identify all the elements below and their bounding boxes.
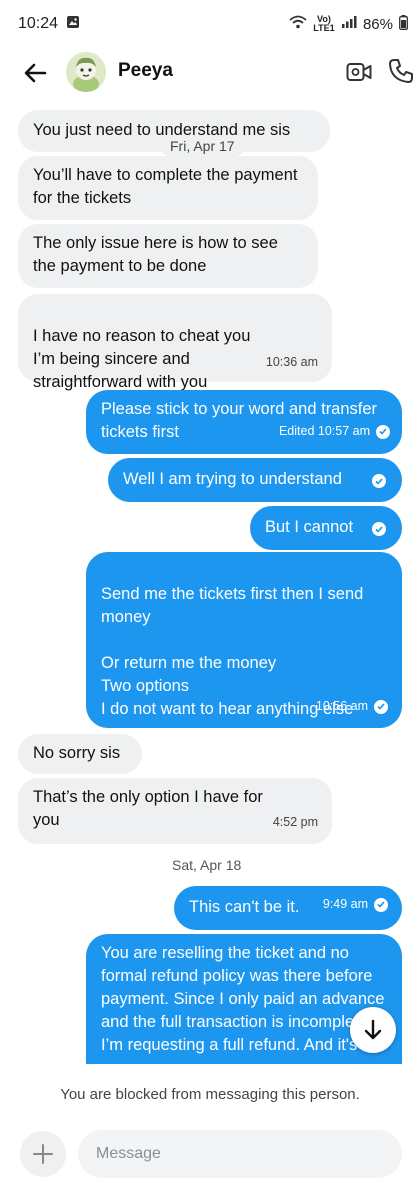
wifi-icon bbox=[289, 15, 307, 33]
message-bubble-outgoing[interactable]: But I cannot bbox=[250, 506, 402, 550]
back-arrow-icon bbox=[24, 63, 47, 83]
contact-name[interactable]: Peeya bbox=[118, 60, 173, 82]
message-time: Edited 10:57 am bbox=[279, 420, 390, 443]
message-time: 10:56 am bbox=[316, 695, 388, 718]
message-bubble-outgoing[interactable]: This can't be it. 9:49 am bbox=[174, 886, 402, 930]
message-bubble-outgoing[interactable]: Send me the tickets first then I send mo… bbox=[86, 552, 402, 728]
chat-header: Peeya bbox=[0, 48, 420, 98]
message-bubble-incoming[interactable]: That’s the only option I have for you 4:… bbox=[18, 778, 332, 844]
message-input[interactable] bbox=[78, 1130, 402, 1178]
scroll-to-bottom-button[interactable] bbox=[350, 1007, 396, 1053]
message-text: I have no reason to cheat you I’m being … bbox=[33, 327, 251, 391]
message-text: No sorry sis bbox=[33, 744, 121, 762]
check-icon bbox=[376, 424, 390, 439]
check-icon bbox=[372, 522, 386, 536]
status-bar: 10:24 Vo) LTE1 86% bbox=[0, 0, 420, 48]
gallery-notification-icon bbox=[66, 15, 80, 34]
blocked-notice: You are blocked from messaging this pers… bbox=[60, 1086, 360, 1103]
date-pill: Fri, Apr 17 bbox=[160, 136, 245, 156]
message-time: 4:52 pm bbox=[272, 815, 318, 829]
date-separator: Sat, Apr 18 bbox=[172, 857, 242, 873]
check-icon bbox=[374, 897, 388, 912]
message-text: You’ll have to complete the payment for … bbox=[33, 166, 298, 207]
check-icon bbox=[374, 699, 388, 714]
message-text: This can't be it. bbox=[189, 898, 300, 916]
video-call-button[interactable] bbox=[346, 60, 372, 84]
message-text: The only issue here is how to see the pa… bbox=[33, 234, 278, 275]
message-text: Well I am trying to understand bbox=[123, 470, 342, 488]
arrow-down-icon bbox=[364, 1019, 382, 1040]
message-text: You just need to understand me sis bbox=[33, 121, 291, 139]
message-text: That’s the only option I have for you bbox=[33, 788, 263, 829]
message-bubble-outgoing[interactable]: Well I am trying to understand bbox=[108, 458, 402, 502]
message-bubble-outgoing[interactable]: You are reselling the ticket and no form… bbox=[86, 934, 402, 1084]
back-button[interactable] bbox=[20, 58, 50, 88]
battery-percent: 86% bbox=[362, 15, 393, 33]
message-text: You are reselling the ticket and no form… bbox=[101, 944, 385, 1054]
composer-panel: You are blocked from messaging this pers… bbox=[0, 1064, 420, 1200]
video-call-icon bbox=[346, 63, 372, 81]
add-attachment-button[interactable] bbox=[20, 1131, 66, 1177]
message-time: 9:49 am bbox=[323, 893, 388, 916]
status-time: 10:24 bbox=[18, 15, 59, 32]
avatar[interactable] bbox=[66, 52, 106, 92]
plus-icon bbox=[33, 1144, 53, 1164]
message-bubble-incoming[interactable]: You’ll have to complete the payment for … bbox=[18, 156, 318, 220]
message-bubble-outgoing[interactable]: Please stick to your word and transfer t… bbox=[86, 390, 402, 454]
message-bubble-incoming[interactable]: No sorry sis bbox=[18, 734, 142, 774]
message-bubble-incoming[interactable]: The only issue here is how to see the pa… bbox=[18, 224, 318, 288]
phone-icon bbox=[389, 59, 413, 83]
message-bubble-incoming[interactable]: I have no reason to cheat you I’m being … bbox=[18, 294, 332, 391]
phone-call-button[interactable] bbox=[388, 58, 414, 84]
battery-icon bbox=[399, 14, 408, 34]
signal-icon bbox=[341, 15, 357, 33]
message-text: But I cannot bbox=[265, 518, 354, 536]
check-icon bbox=[372, 474, 386, 488]
network-label: Vo) LTE1 bbox=[313, 14, 335, 33]
message-time: 10:36 am bbox=[265, 355, 318, 369]
